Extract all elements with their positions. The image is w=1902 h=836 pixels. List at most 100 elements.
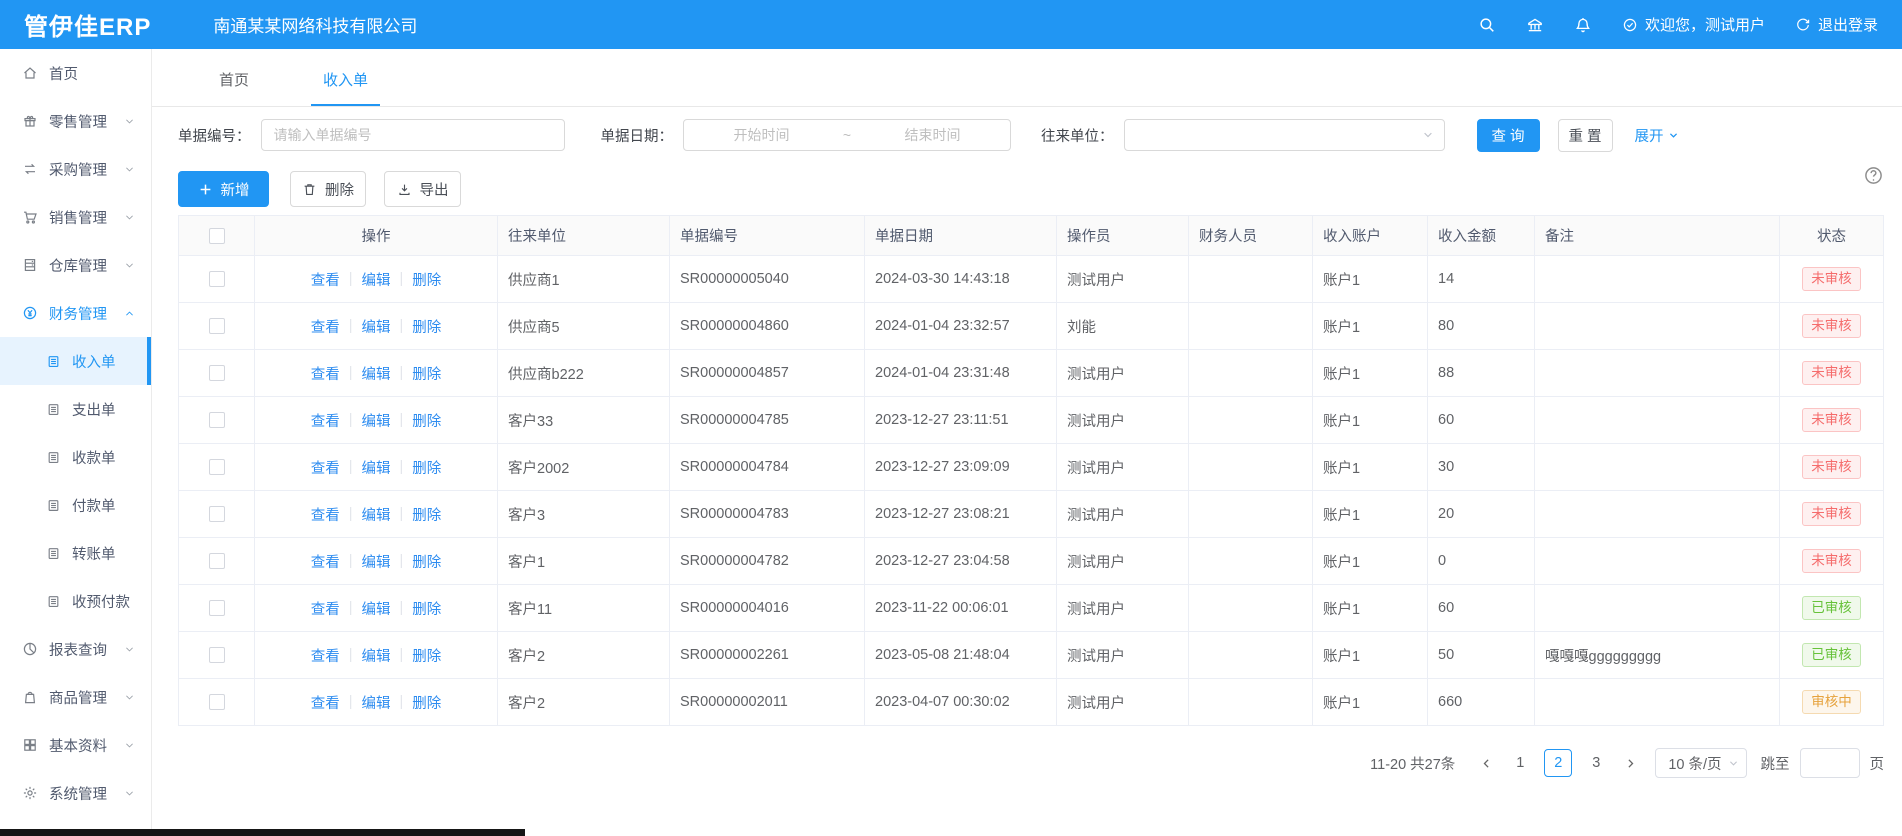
delete-button[interactable]: 删除	[290, 171, 366, 207]
bank-icon[interactable]	[1526, 16, 1544, 34]
jump-page-input[interactable]	[1800, 748, 1860, 778]
sidebar-item-reports[interactable]: 报表查询	[0, 625, 151, 673]
sidebar-item-expense-bill[interactable]: 支出单	[0, 385, 151, 433]
edit-link[interactable]: 编辑	[362, 645, 391, 666]
delete-link[interactable]: 删除	[412, 457, 441, 478]
row-checkbox[interactable]	[209, 694, 225, 710]
edit-link[interactable]: 编辑	[362, 269, 391, 290]
edit-link[interactable]: 编辑	[362, 316, 391, 337]
bill-no-input[interactable]	[261, 119, 565, 151]
delete-link[interactable]: 删除	[412, 692, 441, 713]
prev-page-icon[interactable]	[1471, 748, 1501, 778]
table-row: 查看|编辑|删除客户2SR000000020112023-04-07 00:30…	[179, 679, 1883, 726]
doc-icon	[46, 450, 61, 465]
sidebar-item-finance[interactable]: 财务管理	[0, 289, 151, 337]
column-header: 操作员	[1057, 216, 1189, 255]
page-number-2[interactable]: 2	[1544, 749, 1572, 777]
logout-button[interactable]: 退出登录	[1795, 14, 1878, 35]
edit-link[interactable]: 编辑	[362, 457, 391, 478]
sidebar-item-receipt-bill[interactable]: 收款单	[0, 433, 151, 481]
view-link[interactable]: 查看	[311, 551, 340, 572]
row-checkbox[interactable]	[209, 412, 225, 428]
partner-cell: 客户2	[498, 632, 670, 678]
row-checkbox-cell	[179, 632, 255, 678]
bill-date-cell: 2023-12-27 23:04:58	[865, 538, 1057, 584]
app-logo[interactable]: 管伊佳ERP	[24, 7, 151, 42]
edit-link[interactable]: 编辑	[362, 504, 391, 525]
sidebar-item-transfer-bill[interactable]: 转账单	[0, 529, 151, 577]
sidebar-item-sales[interactable]: 销售管理	[0, 193, 151, 241]
tab-home[interactable]: 首页	[207, 69, 261, 106]
sidebar-item-payment-bill[interactable]: 付款单	[0, 481, 151, 529]
expand-link[interactable]: 展开	[1635, 125, 1679, 146]
date-end-placeholder: 结束时间	[855, 125, 1010, 145]
view-link[interactable]: 查看	[311, 645, 340, 666]
edit-link[interactable]: 编辑	[362, 410, 391, 431]
bill-no-cell: SR00000004782	[670, 538, 865, 584]
view-link[interactable]: 查看	[311, 598, 340, 619]
welcome-user[interactable]: 欢迎您，测试用户	[1622, 14, 1765, 35]
partner-cell: 客户11	[498, 585, 670, 631]
view-link[interactable]: 查看	[311, 269, 340, 290]
delete-link[interactable]: 删除	[412, 551, 441, 572]
status-badge: 未审核	[1802, 314, 1861, 339]
delete-link[interactable]: 删除	[412, 504, 441, 525]
topbar: 管伊佳ERP 南通某某网络科技有限公司 欢迎您，测试用户 退出登录	[0, 0, 1902, 49]
row-checkbox[interactable]	[209, 647, 225, 663]
sidebar-item-retail[interactable]: 零售管理	[0, 97, 151, 145]
page-size-select[interactable]: 10 条/页	[1655, 748, 1746, 778]
income-bill-table: 操作往来单位单据编号单据日期操作员财务人员收入账户收入金额备注状态 查看|编辑|…	[178, 215, 1884, 726]
reset-button[interactable]: 重 置	[1558, 119, 1613, 152]
next-page-icon[interactable]	[1615, 748, 1645, 778]
view-link[interactable]: 查看	[311, 316, 340, 337]
help-icon[interactable]	[1863, 165, 1884, 186]
row-checkbox[interactable]	[209, 318, 225, 334]
select-all-checkbox[interactable]	[209, 228, 225, 244]
sidebar-item-home[interactable]: 首页	[0, 49, 151, 97]
row-checkbox[interactable]	[209, 271, 225, 287]
view-link[interactable]: 查看	[311, 692, 340, 713]
horizontal-scrollbar-thumb[interactable]	[0, 829, 525, 836]
view-link[interactable]: 查看	[311, 504, 340, 525]
edit-link[interactable]: 编辑	[362, 692, 391, 713]
page-number-1[interactable]: 1	[1506, 749, 1534, 777]
delete-link[interactable]: 删除	[412, 363, 441, 384]
bell-icon[interactable]	[1574, 16, 1592, 34]
delete-link[interactable]: 删除	[412, 269, 441, 290]
row-checkbox[interactable]	[209, 506, 225, 522]
sidebar-item-basic-data[interactable]: 基本资料	[0, 721, 151, 769]
partner-select[interactable]	[1124, 119, 1445, 151]
delete-link[interactable]: 删除	[412, 410, 441, 431]
row-checkbox[interactable]	[209, 600, 225, 616]
search-icon[interactable]	[1478, 16, 1496, 34]
delete-link[interactable]: 删除	[412, 316, 441, 337]
view-link[interactable]: 查看	[311, 363, 340, 384]
bill-no-cell: SR00000004860	[670, 303, 865, 349]
row-checkbox[interactable]	[209, 365, 225, 381]
add-button[interactable]: 新增	[178, 171, 269, 207]
view-link[interactable]: 查看	[311, 410, 340, 431]
chevron-down-icon	[124, 116, 135, 127]
sidebar-item-system[interactable]: 系统管理	[0, 769, 151, 817]
delete-link[interactable]: 删除	[412, 598, 441, 619]
sidebar-item-purchase[interactable]: 采购管理	[0, 145, 151, 193]
edit-link[interactable]: 编辑	[362, 598, 391, 619]
page-number-3[interactable]: 3	[1582, 749, 1610, 777]
sidebar-item-goods[interactable]: 商品管理	[0, 673, 151, 721]
delete-link[interactable]: 删除	[412, 645, 441, 666]
row-checkbox[interactable]	[209, 553, 225, 569]
sidebar-item-prepayment[interactable]: 收预付款	[0, 577, 151, 625]
export-button[interactable]: 导出	[384, 171, 461, 207]
status-badge: 未审核	[1802, 267, 1861, 292]
sidebar-item-warehouse[interactable]: 仓库管理	[0, 241, 151, 289]
view-link[interactable]: 查看	[311, 457, 340, 478]
row-checkbox[interactable]	[209, 459, 225, 475]
search-button[interactable]: 查 询	[1477, 119, 1540, 152]
edit-link[interactable]: 编辑	[362, 363, 391, 384]
date-range-picker[interactable]: 开始时间 ~ 结束时间	[683, 119, 1011, 151]
tab-income-bill[interactable]: 收入单	[311, 69, 380, 106]
sidebar-item-income-bill[interactable]: 收入单	[0, 337, 151, 385]
operator-cell: 测试用户	[1057, 491, 1189, 537]
bill-no-cell: SR00000004785	[670, 397, 865, 443]
edit-link[interactable]: 编辑	[362, 551, 391, 572]
